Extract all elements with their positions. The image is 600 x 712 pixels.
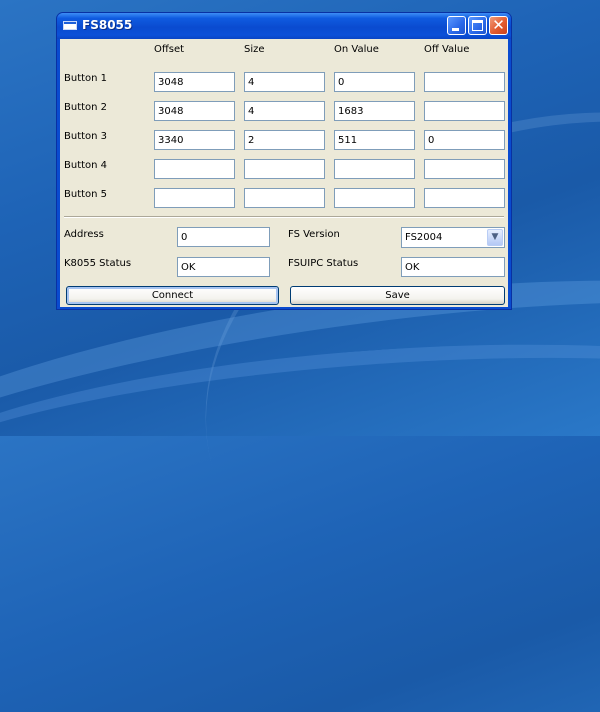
section-divider — [64, 216, 504, 218]
fs-version-label: FS Version — [288, 229, 340, 240]
app-window: FS8055 ✕ Offset Size On Value Off Value … — [56, 12, 512, 310]
column-header-off-value: Off Value — [424, 44, 470, 55]
button-3-on-value-input[interactable] — [334, 130, 415, 150]
row-label-button-3: Button 3 — [64, 131, 108, 142]
button-2-offset-input[interactable] — [154, 101, 235, 121]
column-header-size: Size — [244, 44, 265, 55]
button-1-off-value-input[interactable] — [424, 72, 505, 92]
connect-button[interactable]: Connect — [66, 286, 279, 305]
button-4-off-value-input[interactable] — [424, 159, 505, 179]
row-label-button-1: Button 1 — [64, 73, 108, 84]
row-label-button-2: Button 2 — [64, 102, 108, 113]
row-label-button-4: Button 4 — [64, 160, 108, 171]
fs-version-selected: FS2004 — [405, 232, 443, 243]
button-4-offset-input[interactable] — [154, 159, 235, 179]
button-5-size-input[interactable] — [244, 188, 325, 208]
title-bar[interactable]: FS8055 ✕ — [57, 13, 511, 39]
save-button[interactable]: Save — [290, 286, 505, 305]
row-label-button-5: Button 5 — [64, 189, 108, 200]
app-window-icon — [63, 21, 77, 30]
button-3-off-value-input[interactable] — [424, 130, 505, 150]
button-4-on-value-input[interactable] — [334, 159, 415, 179]
minimize-button[interactable] — [447, 16, 466, 35]
k8055-status-field — [177, 257, 270, 277]
button-3-offset-input[interactable] — [154, 130, 235, 150]
button-4-size-input[interactable] — [244, 159, 325, 179]
button-2-size-input[interactable] — [244, 101, 325, 121]
button-5-off-value-input[interactable] — [424, 188, 505, 208]
fsuipc-status-field — [401, 257, 505, 277]
column-header-on-value: On Value — [334, 44, 379, 55]
column-header-offset: Offset — [154, 44, 185, 55]
button-3-size-input[interactable] — [244, 130, 325, 150]
button-1-offset-input[interactable] — [154, 72, 235, 92]
address-label: Address — [64, 229, 104, 240]
button-5-on-value-input[interactable] — [334, 188, 415, 208]
button-2-off-value-input[interactable] — [424, 101, 505, 121]
button-5-offset-input[interactable] — [154, 188, 235, 208]
maximize-button[interactable] — [468, 16, 487, 35]
minimize-icon — [452, 28, 459, 31]
chevron-down-icon: ▼ — [491, 232, 499, 242]
fsuipc-status-label: FSUIPC Status — [288, 258, 359, 269]
k8055-status-label: K8055 Status — [64, 258, 132, 269]
button-1-size-input[interactable] — [244, 72, 325, 92]
client-area: Offset Size On Value Off Value Button 1 … — [60, 39, 508, 307]
button-1-on-value-input[interactable] — [334, 72, 415, 92]
maximize-icon — [472, 20, 483, 31]
fs-version-select[interactable]: FS2004 ▼ — [401, 227, 505, 248]
address-input[interactable] — [177, 227, 270, 247]
window-title: FS8055 — [82, 18, 133, 32]
close-icon: ✕ — [492, 16, 505, 34]
close-button[interactable]: ✕ — [489, 16, 508, 35]
button-2-on-value-input[interactable] — [334, 101, 415, 121]
fs-version-dropdown-button[interactable]: ▼ — [487, 229, 503, 246]
